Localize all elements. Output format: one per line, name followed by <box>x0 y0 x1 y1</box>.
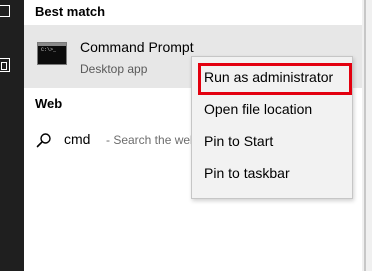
documents-icon[interactable] <box>0 5 10 17</box>
result-subtitle: Desktop app <box>80 62 148 76</box>
web-query-text: cmd <box>64 131 91 147</box>
scrollbar[interactable] <box>364 0 366 271</box>
best-match-heading: Best match <box>35 4 106 19</box>
result-title: Command Prompt <box>80 39 194 55</box>
start-left-rail <box>0 0 24 271</box>
web-heading: Web <box>35 96 63 111</box>
command-prompt-icon: C:\>_ <box>37 42 67 65</box>
menu-pin-to-taskbar[interactable]: Pin to taskbar <box>204 165 290 181</box>
search-icon <box>36 133 51 148</box>
menu-open-file-location[interactable]: Open file location <box>204 101 312 117</box>
web-search-hint: - Search the web <box>106 133 197 147</box>
run-as-admin-highlight <box>198 63 352 95</box>
command-prompt-icon-glyph: C:\>_ <box>41 47 57 53</box>
pictures-icon[interactable] <box>0 58 10 72</box>
menu-pin-to-start[interactable]: Pin to Start <box>204 133 273 149</box>
